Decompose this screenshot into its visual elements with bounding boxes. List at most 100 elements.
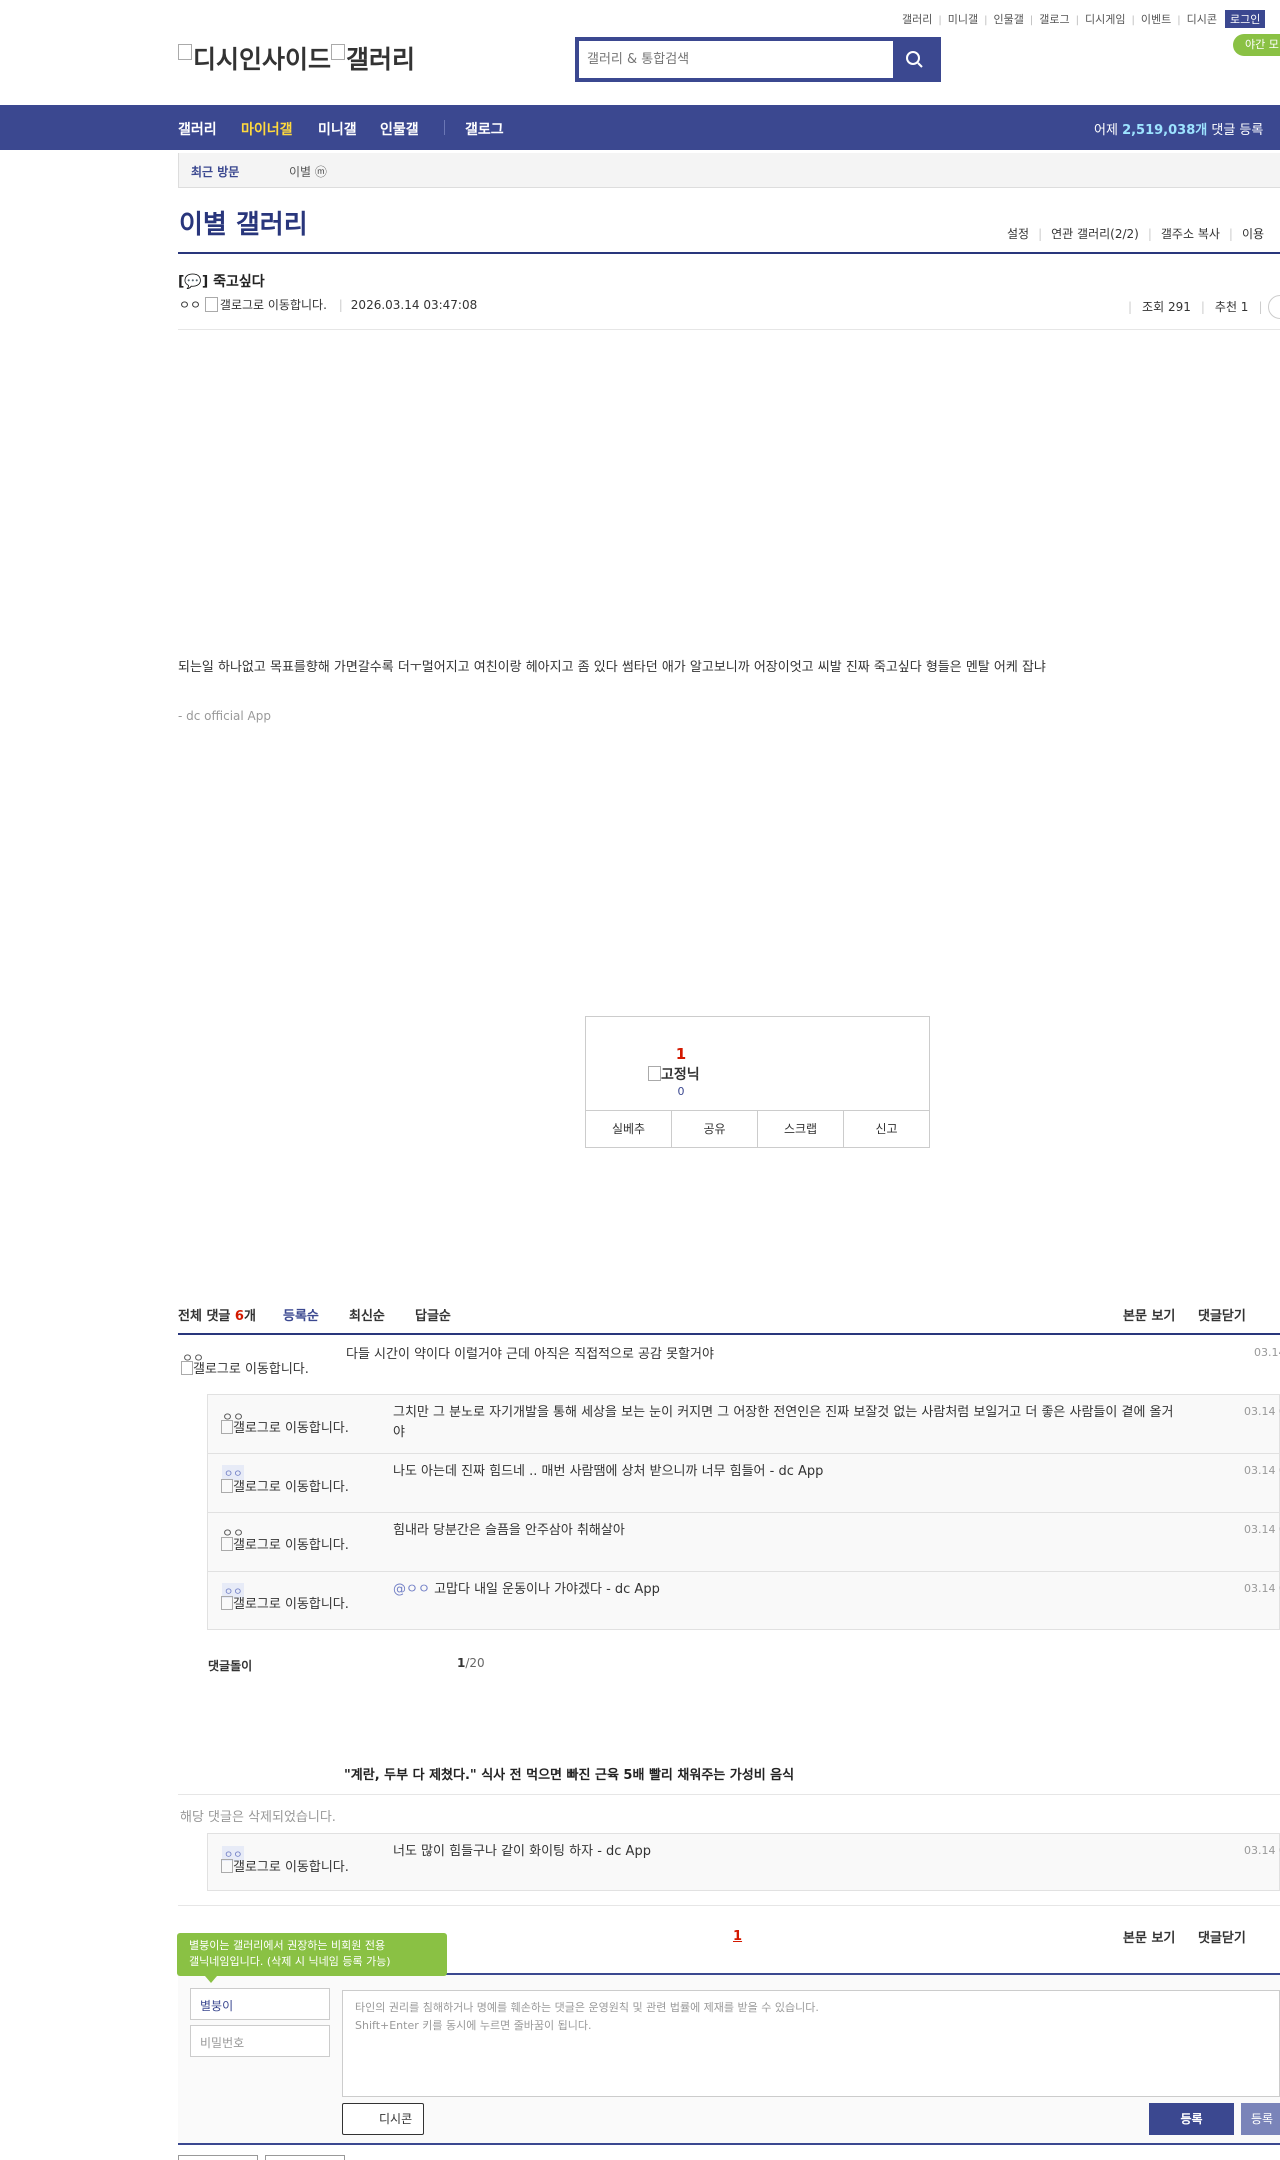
- gallog-alt: 갤로그로 이동합니다.: [233, 1597, 349, 1612]
- reply-text: 너도 많이 힘들구나 같이 화이팅 하자 - dc App: [393, 1844, 651, 1859]
- mention-link[interactable]: @ㅇㅇ: [393, 1582, 430, 1597]
- reply-date: 03.14 0: [1244, 1405, 1280, 1418]
- top-menu-person[interactable]: 인물갤: [994, 13, 1024, 26]
- gallog-alt: 갤로그로 이동합니다.: [233, 1480, 349, 1495]
- recent-visit-bar: 최근 방문 이별 ⓜ: [178, 153, 1280, 188]
- search-icon: [906, 51, 923, 68]
- nav-gallog[interactable]: 갤로그: [465, 119, 504, 139]
- broken-image-icon: [648, 1066, 661, 1081]
- reply-text: 그치만 그 분노로 자기개발을 통해 세상을 보는 눈이 커지면 그 어장한 전…: [393, 1405, 1174, 1440]
- night-mode-toggle[interactable]: 야간 모: [1233, 34, 1280, 56]
- gallery-title[interactable]: 이별 갤러리: [179, 204, 308, 241]
- comments-divider: [178, 1333, 1280, 1335]
- nickname-input[interactable]: 별붕이: [190, 1988, 330, 2020]
- reply-divider: [208, 1571, 1279, 1572]
- broken-image-icon: [221, 1537, 233, 1551]
- tooltip-line-2: 갤닉네임입니다. (삭제 시 닉네임 등록 가능): [189, 1955, 391, 1968]
- gallog-alt: 갤로그로 이동합니다.: [233, 1421, 349, 1436]
- usage-link[interactable]: 이용: [1242, 227, 1264, 241]
- comment-textarea[interactable]: 타인의 권리를 침해하거나 명예를 훼손하는 댓글은 운영원칙 및 관련 법률에…: [342, 1990, 1280, 2097]
- scrap-button[interactable]: 스크랩: [758, 1111, 844, 1147]
- sort-replies-tab[interactable]: 답글순: [415, 1305, 451, 1324]
- post-title: [💬] 죽고싶다: [178, 274, 265, 290]
- view-post-button[interactable]: 본문 보기: [1123, 1305, 1175, 1324]
- reply-gallog-link[interactable]: 갤로그로 이동합니다.: [221, 1596, 351, 1611]
- reply-text: 힘내라 당분간은 슬픔을 안주삼아 취해살아: [393, 1523, 625, 1538]
- recent-visit-title: 최근 방문: [191, 165, 240, 179]
- divider: [178, 1905, 1280, 1906]
- share-button[interactable]: 공유: [672, 1111, 758, 1147]
- app-signature: - dc official App: [178, 709, 271, 723]
- reply-gallog-link[interactable]: 갤로그로 이동합니다.: [221, 1420, 351, 1435]
- sort-latest-tab[interactable]: 최신순: [349, 1305, 385, 1324]
- top-menu-dccon[interactable]: 디시콘: [1187, 13, 1217, 26]
- reply-divider: [208, 1453, 1279, 1454]
- report-button[interactable]: 신고: [844, 1111, 929, 1147]
- submit-comment-button[interactable]: 등록: [1149, 2103, 1234, 2135]
- top-menu-minor[interactable]: 미니갤: [948, 13, 978, 26]
- recent-visit-item[interactable]: 이별 ⓜ: [289, 163, 327, 180]
- login-button[interactable]: 로그인: [1224, 10, 1266, 28]
- reply-gallog-link[interactable]: 갤로그로 이동합니다.: [221, 1479, 351, 1494]
- stat-prefix: 어제: [1094, 123, 1118, 138]
- comment-total-unit: 개: [243, 1309, 256, 1324]
- divider: [178, 1794, 1280, 1795]
- post-writer: ㅇㅇ 갤로그로 이동합니다. | 2026.03.14 03:47:08: [179, 297, 478, 312]
- close-comments-button[interactable]: 댓글닫기: [1198, 1927, 1246, 1946]
- reply-gallog-link[interactable]: 갤로그로 이동합니다.: [221, 1859, 351, 1874]
- recommend-box: 1 고정닉 0 실베추 공유 스크랩 신고: [585, 1016, 930, 1148]
- related-gallery-link[interactable]: 연관 갤러리(2/2): [1051, 227, 1139, 241]
- ad-headline-link[interactable]: "계란, 두부 다 제쳤다." 식사 전 먹으면 빠진 근육 5배 빨리 채워주…: [344, 1764, 794, 1783]
- broken-image-icon: [221, 1596, 233, 1610]
- broken-image-icon: [178, 44, 192, 60]
- bottom-button[interactable]: [178, 2155, 258, 2160]
- comment-bot-total: /20: [465, 1656, 485, 1670]
- comment-gallog-link[interactable]: 갤로그로 이동합니다.: [181, 1361, 316, 1376]
- nav-minor-gallery[interactable]: 마이너갤: [241, 119, 293, 139]
- copy-address-link[interactable]: 갤주소 복사: [1161, 227, 1220, 241]
- logo-gallery-text: 갤러리: [346, 45, 416, 74]
- title-divider: [178, 252, 1280, 254]
- site-logo[interactable]: 디시인사이드 갤러리: [178, 40, 415, 76]
- more-options-button[interactable]: [1268, 295, 1280, 319]
- search-input[interactable]: [579, 41, 889, 78]
- reply-date: 03.14 0: [1244, 1523, 1280, 1536]
- post-recommend-count: 추천 1: [1214, 300, 1249, 314]
- bottom-button[interactable]: [265, 2155, 345, 2160]
- search-button[interactable]: [893, 41, 937, 78]
- password-input[interactable]: 비밀번호: [190, 2025, 330, 2057]
- global-nav: 갤러리 마이너갤 미니갤 인물갤 갤로그 어제 2,519,038개 댓글 등록: [0, 105, 1280, 150]
- top-menu-event[interactable]: 이벤트: [1141, 13, 1171, 26]
- broken-image-icon: [221, 1479, 233, 1493]
- comments-header: 전체 댓글 6개 등록순 최신순 답글순 본문 보기 댓글닫기: [178, 1305, 1280, 1335]
- reply-nick[interactable]: ㅇㅇ: [222, 1465, 245, 1480]
- gallog-alt: 갤로그로 이동합니다.: [193, 1362, 309, 1377]
- reply-gallog-link[interactable]: 갤로그로 이동합니다.: [221, 1537, 351, 1552]
- sort-registered-tab[interactable]: 등록순: [283, 1305, 319, 1324]
- reply-date: 03.14 0: [1244, 1582, 1280, 1595]
- reply-nick-text: ㅇㅇ: [222, 1465, 245, 1480]
- close-comments-button[interactable]: 댓글닫기: [1198, 1305, 1246, 1324]
- best-recommend-button[interactable]: 실베추: [586, 1111, 672, 1147]
- nav-mini-gallery[interactable]: 미니갤: [318, 119, 357, 139]
- broken-image-icon: [221, 1859, 233, 1873]
- view-post-button[interactable]: 본문 보기: [1123, 1927, 1175, 1946]
- nickname-tooltip: 별붕이는 갤러리에서 권장하는 비회원 전용 갤닉네임입니다. (삭제 시 닉네…: [177, 1933, 447, 1976]
- logo-dc-text: 디시인사이드: [193, 45, 332, 74]
- nav-person-gallery[interactable]: 인물갤: [380, 119, 419, 139]
- broken-image-icon: [204, 297, 218, 312]
- post-meta: | 조회 291 | 추천 1 |: [1128, 300, 1263, 314]
- writer-nick[interactable]: ㅇㅇ: [179, 298, 201, 312]
- comment-total: 전체 댓글 6개: [178, 1305, 256, 1324]
- dccon-button[interactable]: 디시콘: [342, 2103, 424, 2135]
- top-menu-gallery[interactable]: 갤러리: [902, 13, 932, 26]
- writer-gallog-link[interactable]: 갤로그로 이동합니다.: [220, 298, 327, 312]
- top-menu-gallog[interactable]: 갤로그: [1039, 13, 1069, 26]
- submit-with-dccon-button[interactable]: 등록: [1241, 2103, 1280, 2135]
- reply-box: ㅇㅇ 갤로그로 이동합니다. 그치만 그 분노로 자기개발을 통해 세상을 보는…: [207, 1394, 1280, 1630]
- textarea-hint-2: Shift+Enter 키를 동시에 누르면 줄바꿈이 됩니다.: [355, 2019, 592, 2032]
- header-divider: [178, 329, 1280, 330]
- nav-gallery[interactable]: 갤러리: [178, 119, 217, 139]
- top-menu-game[interactable]: 디시게임: [1085, 13, 1125, 26]
- gallery-settings-link[interactable]: 설정: [1007, 227, 1029, 241]
